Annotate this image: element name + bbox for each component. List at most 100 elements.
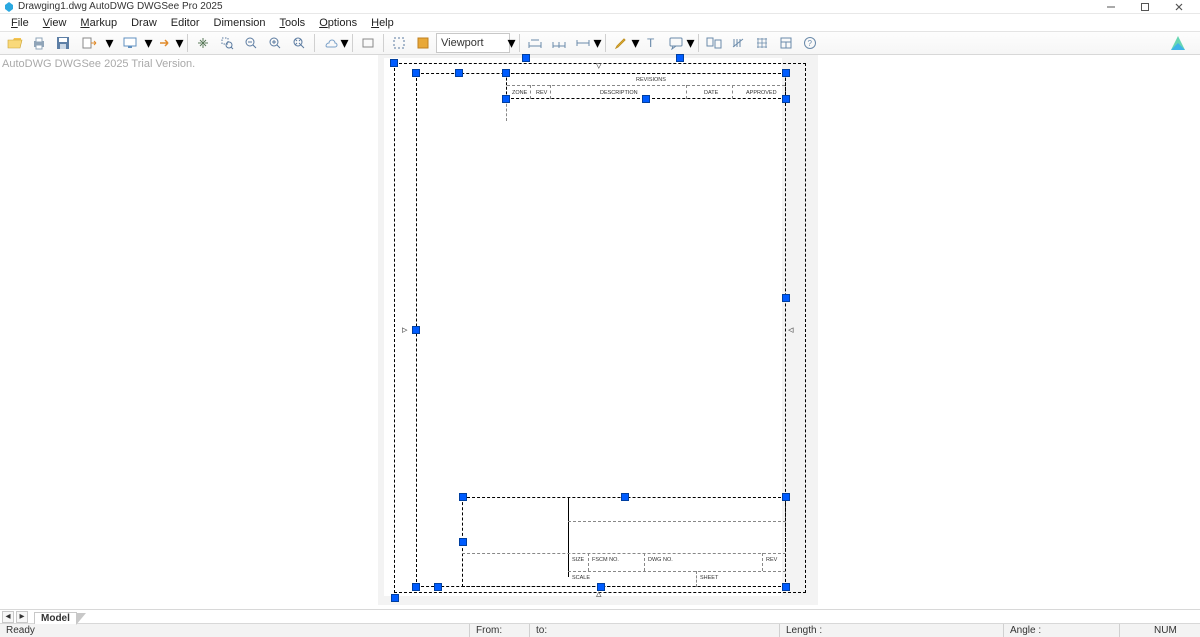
pencil-dropdown[interactable]: ▾ <box>632 33 639 53</box>
grip[interactable] <box>642 95 650 103</box>
menu-markup[interactable]: Markup <box>73 17 124 29</box>
viewport-label: Viewport <box>441 37 484 49</box>
rectangle-icon[interactable] <box>357 33 379 53</box>
cloud-dropdown[interactable]: ▾ <box>341 33 348 53</box>
grip[interactable] <box>455 69 463 77</box>
rev-col-3 <box>686 85 687 99</box>
rev-col-2 <box>550 85 551 99</box>
grip[interactable] <box>522 54 530 62</box>
tb-c2 <box>644 553 645 571</box>
grip[interactable] <box>390 59 398 67</box>
grip[interactable] <box>412 583 420 591</box>
monitor-icon[interactable] <box>115 33 145 53</box>
close-button[interactable] <box>1162 0 1196 14</box>
dwgsee-logo <box>1160 34 1196 54</box>
tb-c3 <box>762 553 763 571</box>
pan-icon[interactable] <box>192 33 214 53</box>
status-num: NUM <box>1148 624 1188 637</box>
viewport-selector[interactable]: Viewport <box>436 33 510 53</box>
tb-vsplit <box>568 497 569 577</box>
dimension-linear-icon[interactable] <box>524 33 546 53</box>
menu-dimension[interactable]: Dimension <box>207 17 273 29</box>
zoom-window-icon[interactable] <box>216 33 238 53</box>
menu-tools[interactable]: Tools <box>273 17 313 29</box>
grip[interactable] <box>459 493 467 501</box>
grip[interactable] <box>502 69 510 77</box>
grip[interactable] <box>782 583 790 591</box>
tb-row1 <box>568 521 786 522</box>
grip[interactable] <box>782 493 790 501</box>
select-rect-icon[interactable] <box>388 33 410 53</box>
menu-view[interactable]: View <box>36 17 74 29</box>
grip[interactable] <box>621 493 629 501</box>
menu-editor[interactable]: Editor <box>164 17 207 29</box>
dimension-continue-icon[interactable] <box>572 33 594 53</box>
arrow-dropdown[interactable]: ▾ <box>176 33 183 53</box>
tb-scale: SCALE <box>572 575 590 581</box>
arrow-right-icon[interactable] <box>154 33 176 53</box>
rev-col-4 <box>732 85 733 99</box>
menu-options[interactable]: Options <box>312 17 364 29</box>
grip[interactable] <box>434 583 442 591</box>
status-length: Length : <box>780 624 1004 637</box>
rev-desc: DESCRIPTION <box>600 90 638 96</box>
tb-fscm: FSCM NO. <box>592 557 619 563</box>
tb-rev: REV <box>766 557 777 563</box>
zoom-out-icon[interactable] <box>240 33 262 53</box>
zoom-in-icon[interactable] <box>264 33 286 53</box>
tb-c1 <box>588 553 589 571</box>
zoom-extents-icon[interactable] <box>288 33 310 53</box>
cloud-icon[interactable] <box>319 33 341 53</box>
menu-help[interactable]: Help <box>364 17 401 29</box>
comment-dropdown[interactable]: ▾ <box>687 33 694 53</box>
window-title: Drawging1.dwg AutoDWG DWGSee Pro 2025 <box>18 1 223 12</box>
dimension-dropdown[interactable]: ▾ <box>594 33 601 53</box>
print-icon[interactable] <box>28 33 50 53</box>
rev-col-1 <box>530 85 531 99</box>
titleblock-lower[interactable] <box>462 497 786 587</box>
grip[interactable] <box>412 326 420 334</box>
measure-tally-icon[interactable] <box>727 33 749 53</box>
menu-file[interactable]: File <box>4 17 36 29</box>
tab-model[interactable]: Model <box>34 612 77 624</box>
title-bar: Drawging1.dwg AutoDWG DWGSee Pro 2025 <box>0 0 1200 14</box>
compare-icon[interactable] <box>703 33 725 53</box>
dwg-convert-dropdown[interactable]: ▾ <box>106 33 113 53</box>
tb-dwg: DWG NO. <box>648 557 673 563</box>
app-icon <box>4 2 14 12</box>
monitor-dropdown[interactable]: ▾ <box>145 33 152 53</box>
maximize-button[interactable] <box>1128 0 1162 14</box>
save-icon[interactable] <box>52 33 74 53</box>
rev-appr: APPROVED <box>746 90 777 96</box>
viewport-tool-icon[interactable] <box>412 33 434 53</box>
grip[interactable] <box>782 294 790 302</box>
grip[interactable] <box>597 583 605 591</box>
pencil-icon[interactable] <box>610 33 632 53</box>
grip[interactable] <box>391 594 399 602</box>
status-bar: Ready From: to: Length : Angle : NUM <box>0 623 1200 637</box>
layout-tabs: ◂ ▸ Model <box>0 609 1200 623</box>
text-icon[interactable]: T <box>641 33 663 53</box>
comment-icon[interactable] <box>665 33 687 53</box>
grip[interactable] <box>412 69 420 77</box>
grip[interactable] <box>676 54 684 62</box>
minimize-button[interactable] <box>1094 0 1128 14</box>
viewport-dropdown[interactable]: ▾ <box>508 33 515 53</box>
tb-c4 <box>696 571 697 587</box>
help-icon[interactable]: ? <box>799 33 821 53</box>
tab-next-button[interactable]: ▸ <box>16 611 28 623</box>
drawing-canvas[interactable]: AutoDWG DWGSee 2025 Trial Version. REVIS… <box>0 55 1200 609</box>
fold-mark-right: ◃ <box>788 325 794 336</box>
tab-prev-button[interactable]: ◂ <box>2 611 14 623</box>
grip[interactable] <box>459 538 467 546</box>
layout-icon[interactable] <box>775 33 797 53</box>
dimension-aligned-icon[interactable] <box>548 33 570 53</box>
grip[interactable] <box>782 69 790 77</box>
menu-bar: File View Markup Draw Editor Dimension T… <box>0 14 1200 31</box>
grip[interactable] <box>782 95 790 103</box>
menu-draw[interactable]: Draw <box>124 17 164 29</box>
open-icon[interactable] <box>4 33 26 53</box>
grid-snap-icon[interactable] <box>751 33 773 53</box>
grip[interactable] <box>502 95 510 103</box>
dwg-convert-icon[interactable] <box>76 33 106 53</box>
